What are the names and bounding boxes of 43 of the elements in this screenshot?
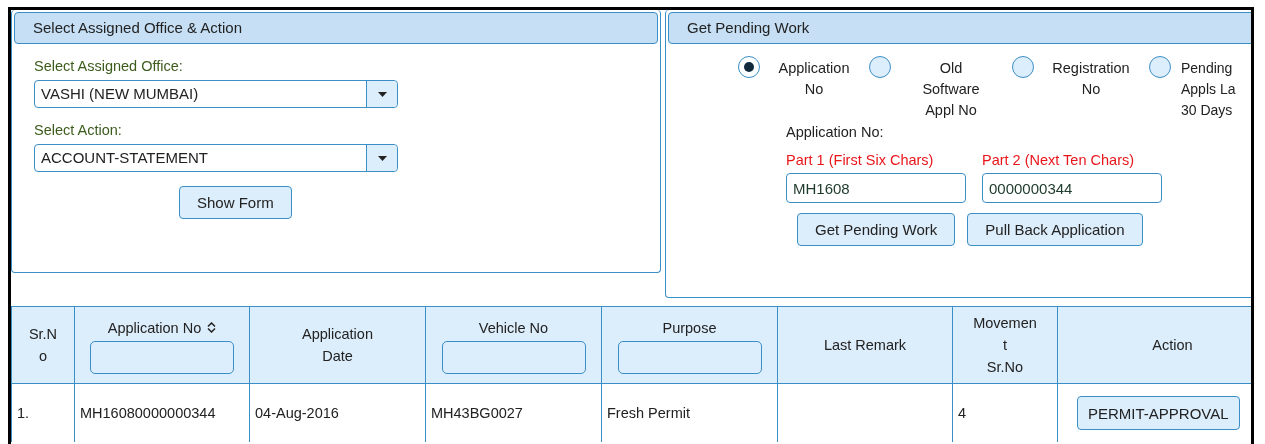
column-header: Sr.N o [28, 325, 58, 366]
radio-button[interactable] [869, 56, 891, 78]
input-field[interactable]: 0000000344 [982, 173, 1162, 203]
table-cell: 04-Aug-2016 [255, 405, 339, 421]
column-header: Application No [107, 316, 217, 339]
radio-label: Registration No [1051, 59, 1131, 99]
office-select[interactable]: VASHI (NEW MUMBAI) [34, 80, 398, 108]
radio-button[interactable] [738, 56, 760, 78]
part-label: Part 2 (Next Ten Chars) [982, 152, 1136, 168]
action-label: Select Action: [34, 122, 123, 138]
panel-title: Get Pending Work [668, 12, 1251, 44]
part-label: Part 1 (First Six Chars) [786, 152, 935, 168]
action-button[interactable]: Pull Back Application [967, 213, 1143, 246]
input-field[interactable]: MH1608 [786, 173, 966, 203]
caret-icon [377, 91, 387, 97]
office-label: Select Assigned Office: [34, 58, 184, 74]
column-header: Purpose [662, 318, 717, 338]
filter-field[interactable] [617, 340, 762, 374]
panel-title: Select Assigned Office & Action [14, 12, 658, 44]
radio-label: Pending Appls La 30 Days [1181, 59, 1237, 120]
permit-approval-button[interactable]: PERMIT-APPROVAL [1077, 396, 1240, 430]
column-header: Last Remark [823, 336, 907, 355]
radio-label: Application No [777, 59, 851, 99]
radio-label: Old Software Appl No [921, 59, 981, 120]
column-header: Action [1152, 336, 1193, 355]
application-no-label: Application No: [786, 124, 885, 140]
column-header: Movemen t Sr.No [973, 314, 1037, 377]
sort-icon[interactable] [207, 322, 217, 333]
column-header: Vehicle No [478, 318, 549, 338]
radio-button[interactable] [1012, 56, 1034, 78]
radio-button[interactable] [1149, 56, 1171, 78]
action-button[interactable]: Get Pending Work [797, 213, 956, 246]
show-form-button[interactable]: Show Form [179, 186, 292, 219]
table-cell: 4 [958, 405, 967, 421]
table-cell: MH43BG0027 [431, 405, 523, 421]
action-select[interactable]: ACCOUNT-STATEMENT [34, 144, 398, 172]
filter-field[interactable] [441, 340, 586, 374]
table-cell: 1. [17, 405, 30, 421]
caret-icon [377, 155, 387, 161]
table-cell: MH16080000000344 [80, 405, 216, 421]
filter-field[interactable] [90, 340, 234, 374]
table-cell: Fresh Permit [607, 405, 690, 421]
column-header: Application Date [302, 325, 373, 366]
